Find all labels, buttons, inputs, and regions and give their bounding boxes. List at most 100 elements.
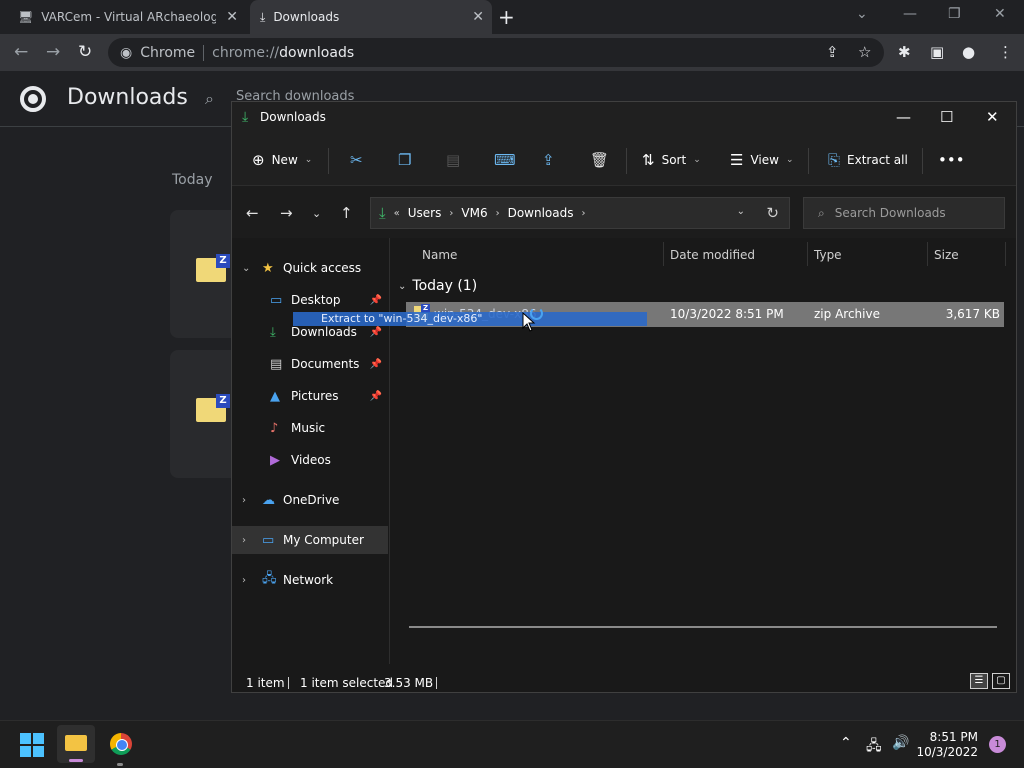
tab-downloads[interactable]: ⤓ Downloads ✕ [250, 0, 492, 34]
address-overflow[interactable]: « [394, 208, 400, 219]
search-icon[interactable]: ⌕ [205, 89, 214, 109]
breadcrumb-downloads[interactable]: Downloads [508, 206, 574, 220]
nav-onedrive[interactable]: › ☁ OneDrive [232, 486, 388, 514]
close-tab-icon[interactable]: ✕ [472, 9, 484, 25]
horizontal-scrollbar[interactable] [409, 626, 997, 628]
delete-button[interactable]: 🗑 [590, 151, 609, 169]
column-separator[interactable] [927, 242, 928, 266]
separator [626, 148, 627, 174]
column-header-date-modified[interactable]: Date modified [670, 248, 755, 262]
volume-icon[interactable]: 🔊 [892, 735, 909, 751]
nav-network[interactable]: › 🖧 Network [232, 566, 388, 594]
side-panel-icon[interactable]: ▣ [930, 43, 944, 61]
breadcrumb-vm6[interactable]: VM6 [461, 206, 487, 220]
new-tab-icon[interactable]: + [498, 5, 515, 29]
chevron-right-icon[interactable]: › [581, 208, 585, 219]
tab-varcem[interactable]: 🖥 VARCem - Virtual ARchaeological Comput… [8, 0, 246, 34]
document-icon: ▤ [270, 356, 283, 372]
recent-locations-icon[interactable]: ⌄ [312, 207, 321, 220]
more-options-button[interactable]: ••• [938, 151, 965, 169]
maximize-icon[interactable]: ☐ [940, 108, 953, 126]
column-header-size[interactable]: Size [934, 248, 959, 262]
nav-my-computer[interactable]: › ▭ My Computer [232, 526, 388, 554]
nav-videos[interactable]: ▶ Videos [232, 446, 388, 474]
minimize-icon[interactable]: — [903, 6, 917, 22]
windows-start-icon[interactable] [20, 733, 44, 757]
cut-button[interactable]: ✂ [350, 151, 363, 169]
chevron-right-icon[interactable]: › [242, 575, 246, 586]
tab-search-icon[interactable]: ⌄ [856, 6, 868, 22]
notification-badge[interactable]: 1 [989, 736, 1006, 753]
back-icon[interactable]: ← [246, 204, 259, 222]
chevron-down-icon: ⌄ [304, 155, 313, 165]
chevron-right-icon[interactable]: › [496, 208, 500, 219]
forward-icon[interactable]: → [46, 42, 60, 62]
column-header-name[interactable]: Name [422, 248, 457, 262]
clipboard-icon: ▤ [446, 151, 461, 169]
close-icon[interactable]: ✕ [986, 108, 999, 126]
restore-icon[interactable]: ❐ [948, 6, 961, 22]
minimize-icon[interactable]: — [896, 108, 911, 126]
nav-documents[interactable]: ▤ Documents 📌 [232, 350, 388, 378]
pin-icon[interactable]: 📌 [370, 359, 382, 370]
pin-icon[interactable]: 📌 [370, 295, 382, 306]
breadcrumb-users[interactable]: Users [408, 206, 442, 220]
zip-file-icon [196, 394, 230, 422]
chevron-right-icon[interactable]: › [449, 208, 453, 219]
date-group-label: Today [172, 172, 213, 188]
system-clock[interactable]: 8:51 PM 10/3/2022 [916, 730, 978, 760]
chevron-down-icon[interactable]: ⌄ [242, 263, 250, 274]
download-icon: ⤓ [260, 9, 266, 24]
nav-music[interactable]: ♪ Music [232, 414, 388, 442]
back-icon[interactable]: ← [14, 42, 28, 62]
column-separator[interactable] [807, 242, 808, 266]
new-label: New [271, 153, 298, 167]
chevron-right-icon[interactable]: › [242, 535, 246, 546]
search-input[interactable]: ⌕ Search Downloads [803, 197, 1005, 229]
column-separator[interactable] [1005, 242, 1006, 266]
paste-button[interactable]: ▤ [446, 151, 460, 169]
close-tab-icon[interactable]: ✕ [226, 9, 238, 25]
close-icon[interactable]: ✕ [994, 6, 1006, 22]
nav-pictures[interactable]: ▲ Pictures 📌 [232, 382, 388, 410]
large-icons-view-icon[interactable]: ▢ [992, 673, 1010, 689]
chrome-icon[interactable] [110, 733, 132, 755]
group-header-today[interactable]: ⌄ Today (1) [398, 278, 477, 294]
chevron-up-icon[interactable]: ⌃ [840, 735, 852, 751]
details-view-icon[interactable]: ☰ [970, 673, 988, 689]
nav-quick-access[interactable]: ⌄ ★ Quick access [232, 254, 388, 282]
omnibox[interactable]: ◉ Chrome chrome://downloads [108, 38, 884, 67]
chevron-down-icon[interactable]: ⌄ [737, 206, 745, 217]
nav-label: My Computer [283, 533, 364, 547]
network-icon[interactable]: 🖧 [866, 735, 882, 759]
extract-all-label: Extract all [847, 153, 908, 167]
forward-icon[interactable]: → [280, 204, 293, 222]
share-icon[interactable]: ⇪ [826, 43, 839, 61]
view-button[interactable]: ☰ View ⌄ [730, 151, 793, 169]
pin-icon[interactable]: 📌 [370, 391, 382, 402]
column-separator[interactable] [663, 242, 664, 266]
nav-desktop[interactable]: ▭ Desktop 📌 [232, 286, 388, 314]
reload-icon[interactable]: ↻ [78, 42, 92, 62]
file-size: 3,617 KB [945, 307, 1000, 321]
chevron-down-icon: ⌄ [398, 280, 407, 292]
taskbar-file-explorer[interactable] [57, 725, 95, 763]
network-icon: 🖧 [262, 571, 277, 586]
new-button[interactable]: ⊕ New ⌄ [252, 151, 312, 169]
extract-all-button[interactable]: ⎘ Extract all [828, 151, 908, 169]
up-icon[interactable]: ↑ [340, 204, 353, 222]
share-button[interactable]: ⇪ [542, 151, 555, 169]
menu-icon[interactable]: ⋮ [998, 43, 1013, 61]
extensions-icon[interactable]: ✱ [898, 43, 911, 61]
sort-button[interactable]: ⇅ Sort ⌄ [642, 151, 701, 169]
chevron-right-icon[interactable]: › [242, 495, 246, 506]
bookmark-star-icon[interactable]: ☆ [858, 43, 871, 61]
profile-icon[interactable]: ● [962, 43, 975, 61]
pin-icon[interactable]: 📌 [370, 327, 382, 338]
address-bar[interactable]: ⤓ « Users › VM6 › Downloads › ⌄ ↻ [370, 197, 790, 229]
picture-icon: ▲ [270, 388, 280, 404]
refresh-icon[interactable]: ↻ [766, 204, 779, 222]
copy-button[interactable]: ❐ [398, 151, 411, 169]
column-header-type[interactable]: Type [814, 248, 842, 262]
rename-button[interactable]: ⌨ [494, 151, 516, 169]
